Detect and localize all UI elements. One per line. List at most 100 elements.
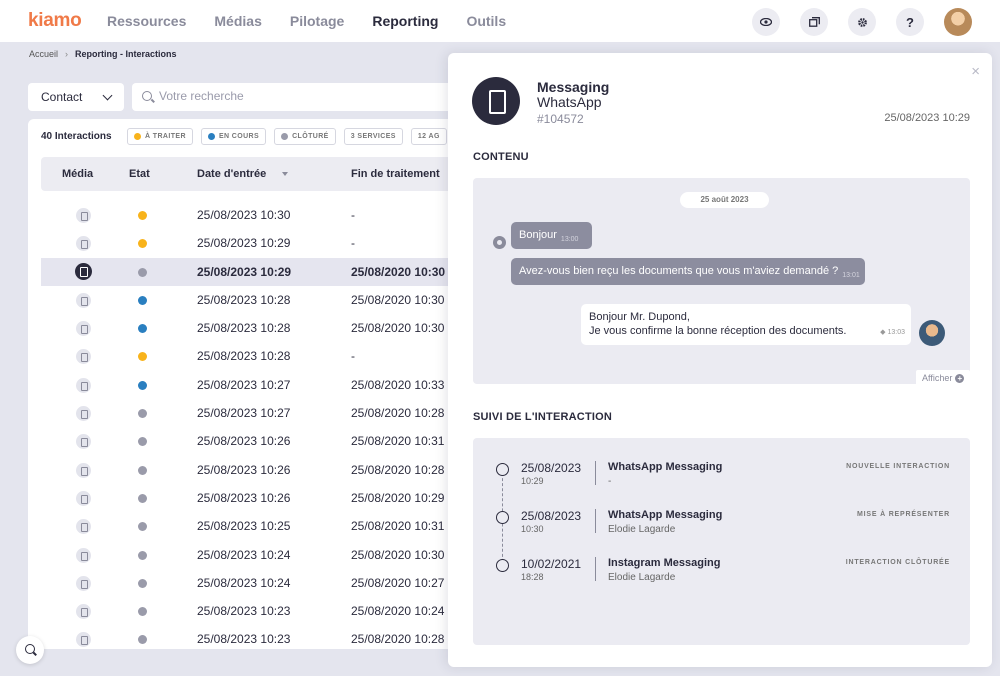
nav-reporting[interactable]: Reporting xyxy=(372,13,438,29)
table-row[interactable]: 25/08/2023 10:24 25/08/2020 10:27 xyxy=(41,569,458,597)
table-row[interactable]: 25/08/2023 10:29 - xyxy=(41,229,458,257)
table-row[interactable]: 25/08/2023 10:24 25/08/2020 10:30 xyxy=(41,541,458,569)
chip-label: 12 AG xyxy=(417,133,440,140)
event-status-badge: MISE À REPRÉSENTER xyxy=(857,511,950,518)
chevron-down-icon xyxy=(102,90,113,101)
table-row[interactable]: 25/08/2023 10:28 25/08/2020 10:30 xyxy=(41,286,458,314)
headset-media-icon xyxy=(76,349,91,365)
status-dot-todo xyxy=(134,133,141,140)
event-date: 10/02/2021 xyxy=(521,557,582,571)
status-dot-in-progress xyxy=(207,133,215,140)
nav-outils[interactable]: Outils xyxy=(466,13,506,29)
timeline-event: 25/08/2023 10:29 WhatsApp Messaging - NO… xyxy=(473,461,970,501)
search-input[interactable] xyxy=(159,89,439,103)
nav-pilotage[interactable]: Pilotage xyxy=(290,13,344,29)
nav-medias[interactable]: Médias xyxy=(214,13,261,29)
event-divider xyxy=(595,509,596,533)
cell-fin-traitement: 25/08/2020 10:27 xyxy=(351,575,445,590)
table-row[interactable]: 25/08/2023 10:29 25/08/2020 10:30 xyxy=(41,257,458,286)
status-dot xyxy=(138,295,147,305)
filter-chips: À TRAITER EN COURS CLÔTURÉ 3 SERVICES 12… xyxy=(127,128,447,145)
cell-date-entree: 25/08/2023 10:29 xyxy=(197,264,292,279)
table-row[interactable]: 25/08/2023 10:27 25/08/2020 10:33 xyxy=(41,371,458,399)
event-subtitle: Elodie Lagarde xyxy=(608,524,676,535)
header-etat[interactable]: Etat xyxy=(129,168,150,180)
event-title: WhatsApp Messaging xyxy=(608,509,723,521)
sort-down-icon[interactable] xyxy=(282,172,289,177)
headset-media-icon xyxy=(76,236,91,252)
breadcrumb-current: Reporting - Interactions xyxy=(75,49,177,59)
cell-fin-traitement: 25/08/2020 10:24 xyxy=(351,604,445,619)
chip-a-traiter[interactable]: À TRAITER xyxy=(127,128,193,145)
mail-media-icon xyxy=(76,575,91,591)
event-title: WhatsApp Messaging xyxy=(608,461,723,473)
table-row[interactable]: 25/08/2023 10:26 25/08/2020 10:31 xyxy=(41,427,458,455)
event-divider xyxy=(595,557,596,581)
chip-en-cours[interactable]: EN COURS xyxy=(200,128,267,145)
table-header: Média Etat Date d'entrée Fin de traiteme… xyxy=(41,157,458,191)
chip-label: EN COURS xyxy=(218,133,260,140)
mail-media-icon xyxy=(76,604,91,620)
chip-services[interactable]: 3 SERVICES xyxy=(343,128,403,145)
header-media[interactable]: Média xyxy=(62,168,93,180)
event-divider xyxy=(595,461,596,485)
gear-icon[interactable] xyxy=(848,8,876,36)
status-dot xyxy=(138,635,147,645)
search-box[interactable] xyxy=(132,83,462,111)
phone-media-icon xyxy=(76,321,91,337)
message-time: 13:00 xyxy=(560,236,579,243)
nav-ressources[interactable]: Ressources xyxy=(107,13,186,29)
chip-label: 3 SERVICES xyxy=(350,133,396,140)
contact-select[interactable]: Contact xyxy=(28,83,124,111)
interactions-table: 40 Interactions À TRAITER EN COURS CLÔTU… xyxy=(28,119,458,649)
table-row[interactable]: 25/08/2023 10:28 - xyxy=(41,342,458,370)
help-icon[interactable]: ? xyxy=(896,8,924,36)
close-icon[interactable]: × xyxy=(971,63,980,80)
table-row[interactable]: 25/08/2023 10:27 25/08/2020 10:28 xyxy=(41,399,458,427)
header-date-entree-label: Date d'entrée xyxy=(197,168,267,180)
table-row[interactable]: 25/08/2023 10:28 25/08/2020 10:30 xyxy=(41,314,458,342)
cell-date-entree: 25/08/2023 10:30 xyxy=(197,208,291,222)
message-time: ◆ 13:03 xyxy=(880,326,905,340)
user-avatar[interactable] xyxy=(944,8,972,36)
cell-date-entree: 25/08/2023 10:23 xyxy=(197,632,291,647)
plus-icon: + xyxy=(955,374,965,383)
eye-icon[interactable] xyxy=(752,8,780,36)
table-row[interactable]: 25/08/2023 10:26 25/08/2020 10:29 xyxy=(41,484,458,512)
cell-date-entree: 25/08/2023 10:29 xyxy=(197,236,291,251)
table-row[interactable]: 25/08/2023 10:23 25/08/2020 10:24 xyxy=(41,597,458,625)
header-date-entree[interactable]: Date d'entrée xyxy=(197,168,289,180)
table-row[interactable]: 25/08/2023 10:23 25/08/2020 10:28 xyxy=(41,625,458,649)
cell-fin-traitement: 25/08/2020 10:29 xyxy=(351,490,445,505)
cell-date-entree: 25/08/2023 10:24 xyxy=(197,547,291,562)
cell-fin-traitement: 25/08/2020 10:28 xyxy=(351,462,445,477)
status-dot xyxy=(138,409,147,419)
show-more-button[interactable]: Afficher + xyxy=(916,370,971,387)
contact-select-value: Contact xyxy=(41,90,83,104)
table-row[interactable]: 25/08/2023 10:26 25/08/2020 10:28 xyxy=(41,456,458,484)
event-date: 25/08/2023 xyxy=(521,461,582,475)
headset-media-icon xyxy=(76,462,91,478)
cell-date-entree: 25/08/2023 10:26 xyxy=(197,462,291,477)
content-section-title: CONTENU xyxy=(473,151,529,163)
chip-agents[interactable]: 12 AG xyxy=(410,128,447,145)
cell-date-entree: 25/08/2023 10:27 xyxy=(197,406,291,421)
event-date: 25/08/2023 xyxy=(521,509,582,523)
cell-date-entree: 25/08/2023 10:25 xyxy=(197,519,291,534)
breadcrumb-home[interactable]: Accueil xyxy=(29,49,58,59)
chat-transcript: 25 août 2023 Bonjour 13:00 Avez-vous bien… xyxy=(473,178,970,384)
header-fin-traitement[interactable]: Fin de traitement xyxy=(351,168,440,180)
mail-media-icon xyxy=(76,434,91,450)
message-text-line1: Bonjour Mr. Dupond, xyxy=(589,311,690,323)
search-fab-icon[interactable] xyxy=(16,636,44,664)
cell-fin-traitement: 25/08/2020 10:31 xyxy=(351,519,445,534)
chip-cloture[interactable]: CLÔTURÉ xyxy=(274,128,336,145)
status-dot xyxy=(138,380,147,390)
whatsapp-icon xyxy=(493,236,506,249)
table-row[interactable]: 25/08/2023 10:25 25/08/2020 10:31 xyxy=(41,512,458,540)
windows-icon[interactable] xyxy=(800,8,828,36)
cell-fin-traitement: 25/08/2020 10:30 xyxy=(351,547,445,562)
kiamo-logo[interactable]: kiamo xyxy=(28,10,82,32)
table-row[interactable]: 25/08/2023 10:30 - xyxy=(41,201,458,229)
cell-date-entree: 25/08/2023 10:28 xyxy=(197,292,291,307)
